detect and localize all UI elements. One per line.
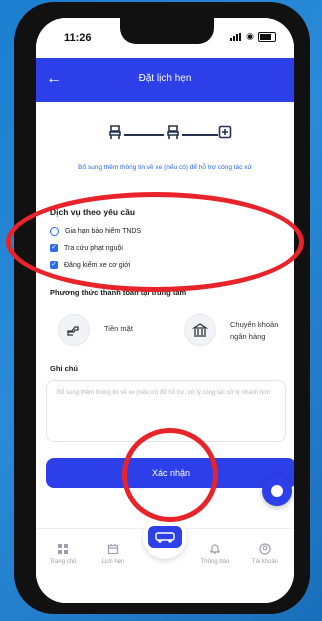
highlight-ring-confirm [122,428,218,522]
cash-label[interactable]: Tiền mặt [104,323,133,335]
info-hint: Bổ sung thêm thông tin về xe (nếu có) để… [78,164,252,171]
bank-transfer-label[interactable]: Chuyển khoản ngân hàng [230,319,278,343]
tab-label: Lịch hẹn [101,559,125,565]
tab-label: Trang chủ [49,559,77,565]
car-front-icon [148,526,182,548]
bank-icon[interactable] [184,314,216,346]
calendar-icon [107,544,119,555]
notes-placeholder: Bổ sung thêm thông tin về xe (nếu có) để… [57,390,271,396]
tab-appointments[interactable]: Lịch hẹn [88,543,138,565]
tab-label: Tài khoản [251,559,279,565]
step-line-2 [182,134,218,136]
step-line-1 [124,134,164,136]
highlight-ring-services [6,192,304,292]
chat-bubble-icon[interactable] [262,476,292,506]
bank-transfer-label-line2: ngân hàng [230,332,266,341]
medical-plus-icon [218,125,232,139]
wifi-icon: ◉ [246,31,254,41]
bottom-tab-bar: Trang chủ Lịch hẹn Thông báo Tài khoản [36,515,294,603]
status-icons: ◉ [230,31,276,42]
progress-stepper [108,122,232,142]
tab-notifications[interactable]: Thông báo [190,543,240,565]
signal-icon [230,32,242,41]
cash-icon[interactable] [58,314,90,346]
tab-account[interactable]: Tài khoản [240,543,290,565]
tab-home[interactable]: Trang chủ [38,543,88,565]
bank-transfer-label-line1: Chuyển khoản [230,320,279,329]
tab-label: Thông báo [200,559,230,565]
notch [120,18,214,44]
grid-icon [58,544,68,554]
car-seat-icon [167,125,179,139]
page-title: Đặt lịch hẹn [138,73,192,84]
status-time: 11:26 [64,32,92,44]
user-icon [259,543,271,555]
app-bar: ← Đặt lịch hẹn [36,58,294,102]
battery-icon [258,31,276,42]
car-seat-icon [109,125,121,139]
bell-icon [210,544,220,554]
notes-title: Ghi chú [50,364,78,373]
